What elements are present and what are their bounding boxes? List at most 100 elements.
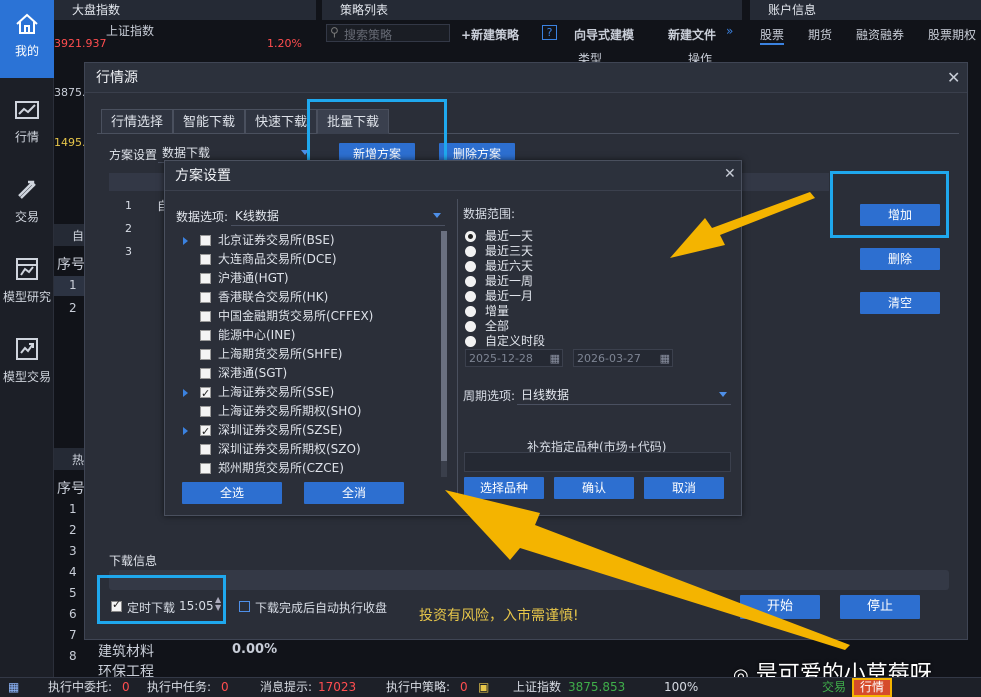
- auto-collect-checkbox[interactable]: [239, 601, 250, 612]
- divider: [457, 199, 458, 499]
- calendar-icon[interactable]: ▦: [660, 350, 670, 368]
- tree-item-shfe[interactable]: 上海期货交易所(SHFE): [165, 345, 435, 364]
- close-icon[interactable]: ✕: [947, 68, 960, 87]
- msg-count[interactable]: 17023: [318, 678, 356, 697]
- status-trade-button[interactable]: 交易: [822, 678, 846, 697]
- checkbox[interactable]: [200, 444, 211, 455]
- account-panel-header: 账户信息: [750, 0, 981, 20]
- entrust-count[interactable]: 0: [122, 678, 130, 697]
- zoom-level[interactable]: 100%: [664, 678, 698, 697]
- period-label: 周期选项:: [463, 389, 516, 403]
- tree-item-bse[interactable]: 北京证券交易所(BSE): [165, 231, 435, 250]
- checkbox[interactable]: [200, 330, 211, 341]
- checkbox[interactable]: [200, 349, 211, 360]
- index-value: 3921.937: [54, 37, 107, 50]
- radio[interactable]: [465, 246, 476, 257]
- checkbox[interactable]: [200, 311, 211, 322]
- help-icon[interactable]: ?: [542, 25, 557, 40]
- status-quote-button[interactable]: 行情: [852, 678, 893, 697]
- tab-smart-download[interactable]: 智能下载: [173, 109, 245, 134]
- row-number: 3: [69, 544, 77, 558]
- auto-collect-label: 下载完成后自动执行收盘: [255, 601, 388, 615]
- tree-item-sgt[interactable]: 深港通(SGT): [165, 364, 435, 383]
- sidebar-item-quotes[interactable]: 行情: [0, 88, 54, 166]
- strategy-count[interactable]: 0: [460, 678, 468, 697]
- home-icon: [16, 13, 38, 34]
- end-date-input[interactable]: 2026-03-27 ▦: [573, 349, 673, 367]
- account-tab-futures[interactable]: 期货: [808, 26, 832, 43]
- scrollbar[interactable]: [441, 231, 447, 477]
- radio[interactable]: [465, 276, 476, 287]
- account-tab-options[interactable]: 股票期权: [928, 26, 976, 43]
- guided-model-button[interactable]: 向导式建模: [574, 26, 634, 43]
- tree-item-szse[interactable]: 深圳证券交易所(SZSE): [165, 421, 435, 441]
- strategy-icon[interactable]: ▣: [478, 678, 489, 697]
- sector-name: 环保工程: [98, 664, 154, 677]
- radio[interactable]: [465, 306, 476, 317]
- checkbox[interactable]: [200, 235, 211, 246]
- supplement-input[interactable]: [464, 452, 731, 472]
- tree-item-dce[interactable]: 大连商品交易所(DCE): [165, 250, 435, 269]
- row-number: 8: [69, 649, 77, 663]
- radio[interactable]: [465, 336, 476, 347]
- sidebar-item-model-research[interactable]: 模型研究: [0, 244, 54, 322]
- more-icon[interactable]: »: [726, 24, 733, 38]
- select-all-button[interactable]: 全选: [182, 482, 282, 504]
- new-file-button[interactable]: 新建文件: [668, 26, 716, 43]
- sidebar-item-trade[interactable]: 交易: [0, 166, 54, 244]
- radio[interactable]: [465, 321, 476, 332]
- expand-arrow-icon[interactable]: [183, 389, 188, 397]
- expand-arrow-icon[interactable]: [183, 237, 188, 245]
- close-icon[interactable]: ✕: [724, 166, 736, 182]
- calendar-icon[interactable]: ▦: [550, 350, 560, 368]
- chevron-down-icon: [719, 392, 727, 397]
- chart-axis-label: 3875.: [54, 86, 86, 99]
- task-label: 执行中任务:: [147, 680, 212, 694]
- new-strategy-button[interactable]: +新建策略: [461, 26, 519, 43]
- clear-button[interactable]: 清空: [860, 292, 940, 314]
- expand-arrow-icon[interactable]: [183, 427, 188, 435]
- delete-button[interactable]: 删除: [860, 248, 940, 270]
- sidebar-item-mine[interactable]: 我的: [0, 0, 54, 78]
- row-number: 5: [69, 586, 77, 600]
- strategy-search-input[interactable]: ⚲ 搜索策略: [326, 24, 450, 42]
- range-label: 数据范围:: [463, 207, 516, 221]
- checkbox[interactable]: [200, 406, 211, 417]
- sector-change: 0.00%: [232, 642, 278, 657]
- checkbox[interactable]: [200, 463, 211, 474]
- data-option-select[interactable]: K线数据: [231, 206, 445, 226]
- tree-item-cffex[interactable]: 中国金融期货交易所(CFFEX): [165, 307, 435, 326]
- checkbox[interactable]: [200, 384, 211, 403]
- checkbox[interactable]: [200, 422, 211, 441]
- exchange-tree: 北京证券交易所(BSE) 大连商品交易所(DCE) 沪港通(HGT) 香港联合交…: [165, 231, 445, 477]
- tree-item-hk[interactable]: 香港联合交易所(HK): [165, 288, 435, 307]
- tree-item-sse[interactable]: 上海证券交易所(SSE): [165, 383, 435, 403]
- tree-item-szo[interactable]: 深圳证券交易所期权(SZO): [165, 440, 435, 459]
- row-number: 6: [69, 607, 77, 621]
- strategy-label: 执行中策略:: [386, 680, 451, 694]
- tree-item-ine[interactable]: 能源中心(INE): [165, 326, 435, 345]
- tree-item-hgt[interactable]: 沪港通(HGT): [165, 269, 435, 288]
- tree-item-sho[interactable]: 上海证券交易所期权(SHO): [165, 402, 435, 421]
- scrollbar-thumb[interactable]: [441, 231, 447, 461]
- checkbox[interactable]: [200, 254, 211, 265]
- task-count[interactable]: 0: [221, 678, 229, 697]
- tree-item-czce[interactable]: 郑州期货交易所(CZCE): [165, 459, 435, 477]
- checkbox[interactable]: [200, 368, 211, 379]
- radio[interactable]: [465, 291, 476, 302]
- start-date-input[interactable]: 2025-12-28 ▦: [465, 349, 563, 367]
- period-select[interactable]: 日线数据: [517, 385, 731, 405]
- account-tab-stock[interactable]: 股票: [760, 26, 785, 45]
- checkbox[interactable]: [200, 292, 211, 303]
- radio[interactable]: [465, 231, 476, 242]
- model-trade-icon: [16, 338, 38, 360]
- list-row-number: 2: [125, 222, 132, 235]
- chevron-down-icon: [433, 213, 441, 218]
- sidebar-item-model-trade[interactable]: 模型交易: [0, 324, 54, 402]
- radio[interactable]: [465, 261, 476, 272]
- account-tab-margin[interactable]: 融资融券: [856, 26, 904, 43]
- sector-name: 建筑材料: [98, 644, 154, 660]
- deselect-all-button[interactable]: 全消: [304, 482, 404, 504]
- tab-quote-select[interactable]: 行情选择: [101, 109, 173, 134]
- checkbox[interactable]: [200, 273, 211, 284]
